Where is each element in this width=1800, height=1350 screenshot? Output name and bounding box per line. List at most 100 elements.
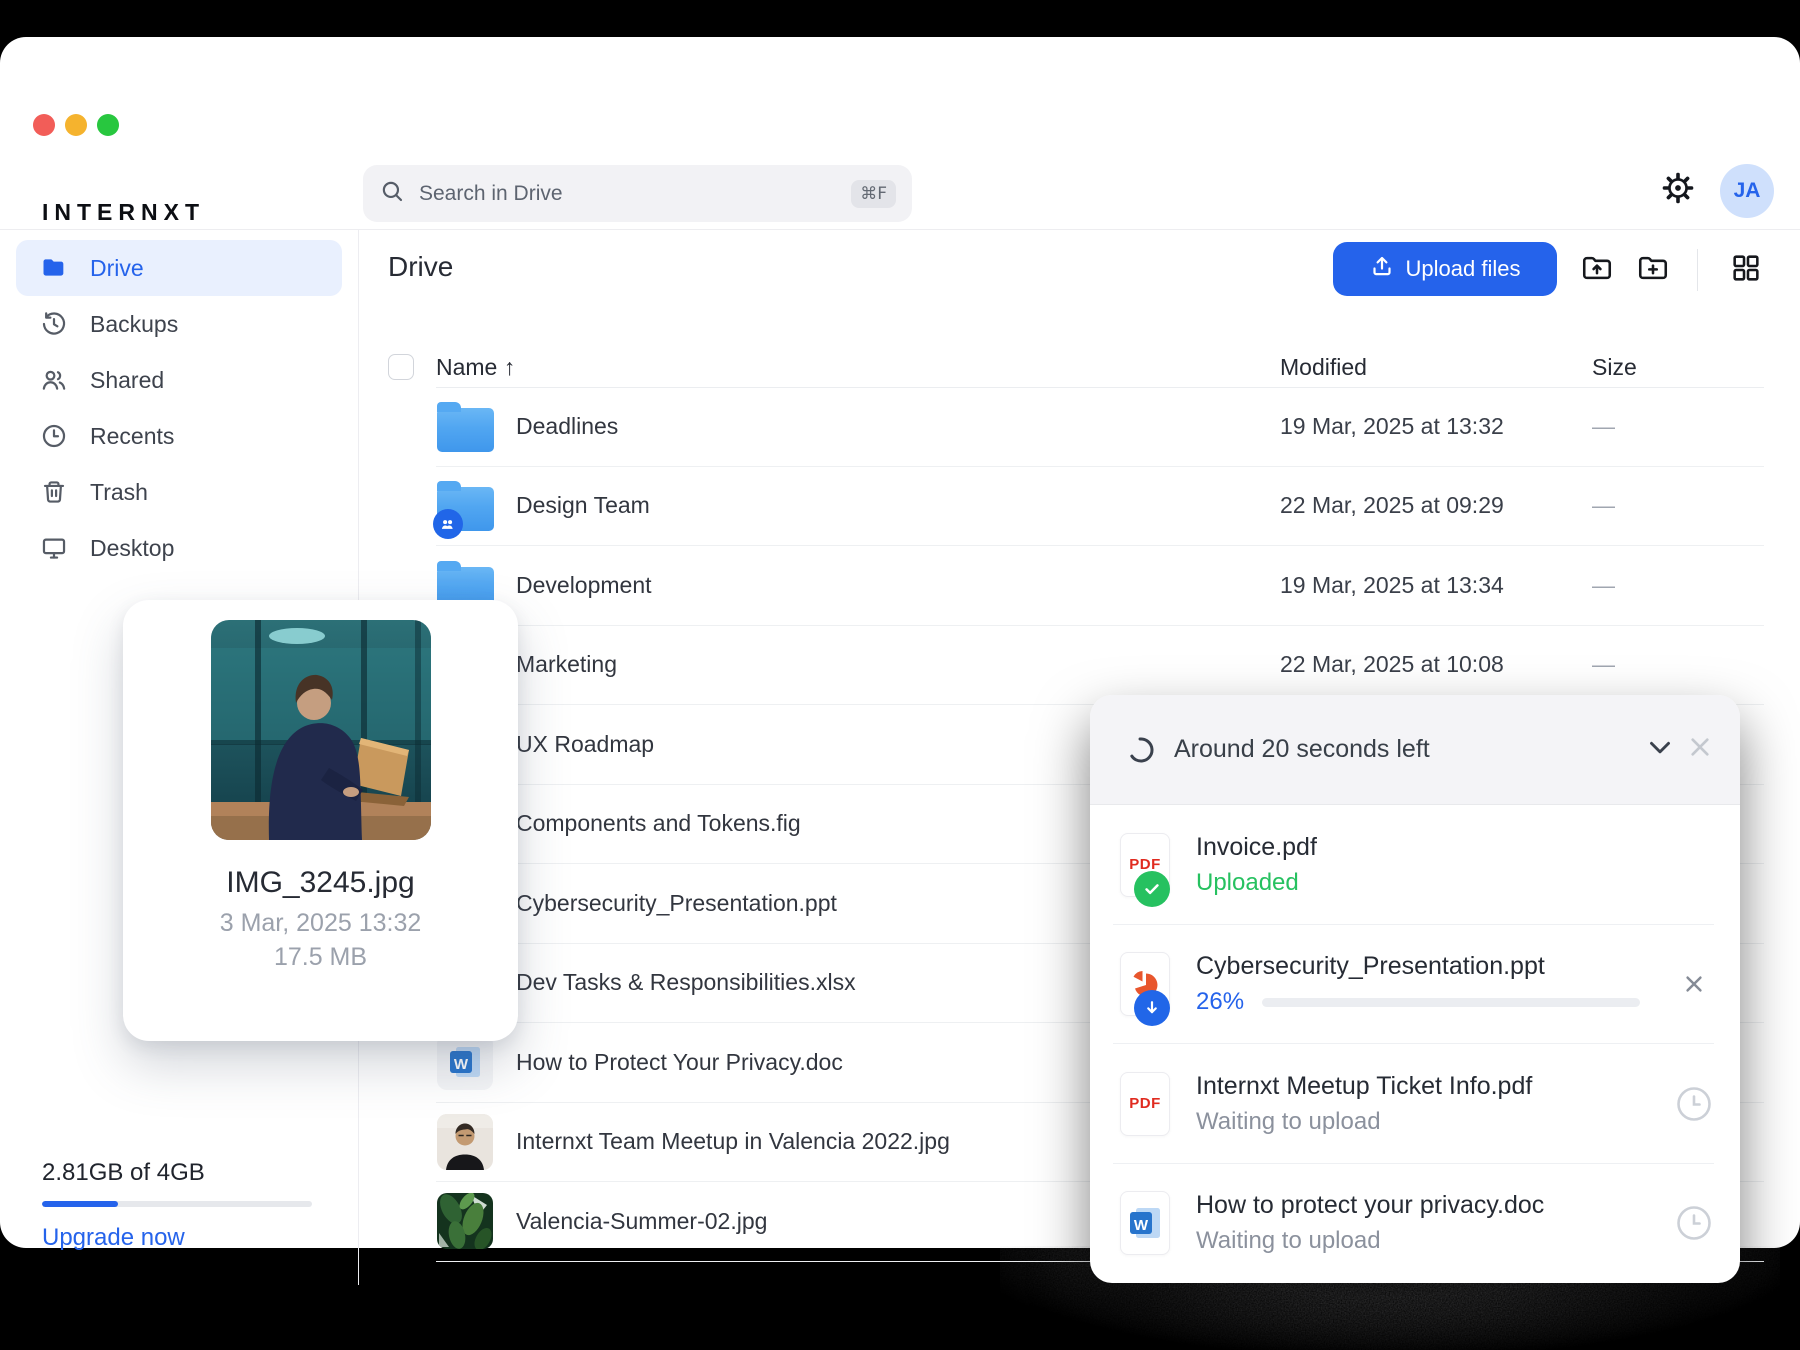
uploaded-check-badge	[1134, 870, 1170, 907]
upload-progress-bar	[1262, 997, 1641, 1007]
doc-file-icon: W	[1120, 1191, 1170, 1256]
upload-progress: 26%	[1196, 988, 1641, 1016]
folder-icon	[436, 401, 494, 452]
upgrade-link[interactable]: Upgrade now	[42, 1224, 314, 1252]
file-modified: 22 Mar, 2025 at 09:29	[1280, 492, 1504, 519]
trash-icon	[40, 478, 68, 506]
avatar[interactable]: JA	[1720, 164, 1774, 218]
uploading-arrow-badge	[1134, 990, 1170, 1027]
table-row[interactable]: Marketing 22 Mar, 2025 at 10:08 —	[436, 626, 1764, 705]
storage-usage-label: 2.81GB of 4GB	[42, 1159, 205, 1186]
search-input[interactable]	[417, 180, 852, 207]
toolbar-separator	[1697, 249, 1698, 291]
file-name: Marketing	[516, 651, 617, 678]
upload-item-status: Uploaded	[1196, 868, 1299, 896]
storage-widget: 2.81GB of 4GB Upgrade now	[42, 1159, 314, 1252]
file-size: —	[1592, 571, 1615, 598]
storage-progress-fill	[42, 1201, 118, 1207]
table-row[interactable]: Development 19 Mar, 2025 at 13:34 —	[436, 546, 1764, 626]
file-name: Development	[516, 571, 652, 598]
sidebar-item-label: Backups	[90, 310, 179, 337]
grid-view-icon	[1729, 251, 1763, 290]
upload-files-button[interactable]: Upload files	[1333, 242, 1557, 296]
close-icon	[1683, 730, 1717, 769]
sidebar-item-shared[interactable]: Shared	[16, 352, 342, 408]
sidebar-item-trash[interactable]: Trash	[16, 464, 342, 520]
file-name: Internxt Team Meetup in Valencia 2022.jp…	[516, 1128, 950, 1155]
window-minimize-button[interactable]	[65, 114, 87, 136]
file-name: How to Protect Your Privacy.doc	[516, 1048, 843, 1075]
sidebar: Drive Backups Shared Recents Trash Deskt…	[16, 240, 342, 576]
window-zoom-button[interactable]	[97, 114, 119, 136]
upload-progress-panel: Around 20 seconds left PDF Invoice.pdf U…	[1090, 695, 1740, 1283]
sidebar-item-drive[interactable]: Drive	[16, 240, 342, 296]
recents-icon	[40, 422, 68, 450]
column-header-size[interactable]: Size	[1592, 354, 1637, 381]
collapse-panel-button[interactable]	[1640, 730, 1680, 770]
sidebar-item-label: Shared	[90, 366, 165, 393]
column-header-modified[interactable]: Modified	[1280, 354, 1367, 381]
column-header-name[interactable]: Name ↑	[436, 354, 515, 381]
upload-item: Cybersecurity_Presentation.ppt 26%	[1090, 925, 1740, 1045]
drive-folder-icon	[40, 254, 68, 282]
sidebar-item-label: Desktop	[90, 534, 175, 561]
grid-view-button[interactable]	[1727, 251, 1765, 289]
preview-filename: IMG_3245.jpg	[226, 866, 415, 899]
upload-percent-label: 26%	[1196, 988, 1245, 1016]
search-shortcut-chip: ⌘F	[851, 179, 896, 208]
header-divider	[0, 229, 1800, 230]
svg-text:W: W	[454, 1056, 469, 1073]
file-size: —	[1592, 651, 1615, 678]
search-bar[interactable]: ⌘F	[363, 165, 912, 222]
word-file-icon: W	[437, 1034, 493, 1091]
upload-item: W How to protect your privacy.doc Waitin…	[1090, 1164, 1740, 1284]
sidebar-item-desktop[interactable]: Desktop	[16, 520, 342, 576]
window-close-button[interactable]	[33, 114, 55, 136]
photo-thumbnail	[437, 1193, 493, 1250]
storage-progress-bar	[42, 1201, 312, 1207]
upload-icon	[1370, 254, 1394, 284]
upload-item-name: Cybersecurity_Presentation.ppt	[1196, 952, 1545, 981]
spinner-icon	[1128, 737, 1154, 762]
file-name: Valencia-Summer-02.jpg	[516, 1207, 768, 1234]
new-folder-button[interactable]	[1634, 251, 1672, 289]
upload-item: PDF Invoice.pdf Uploaded	[1090, 805, 1740, 925]
shared-icon	[40, 366, 68, 394]
upload-item: PDF Internxt Meetup Ticket Info.pdf Wait…	[1090, 1044, 1740, 1164]
upload-item-name: Invoice.pdf	[1196, 832, 1317, 861]
sidebar-item-backups[interactable]: Backups	[16, 296, 342, 352]
internxt-logo: INTERNXT	[42, 199, 205, 225]
upload-item-status: Waiting to upload	[1196, 1107, 1381, 1135]
shared-folder-badge	[432, 509, 463, 540]
upload-files-label: Upload files	[1405, 256, 1521, 281]
upload-folder-button[interactable]	[1578, 251, 1616, 289]
file-size: —	[1592, 492, 1615, 519]
file-preview-card: IMG_3245.jpg 3 Mar, 2025 13:32 17.5 MB	[123, 600, 518, 1041]
table-row[interactable]: Deadlines 19 Mar, 2025 at 13:32 —	[436, 387, 1764, 467]
sidebar-item-recents[interactable]: Recents	[16, 408, 342, 464]
preview-photo	[210, 620, 431, 840]
upload-item-name: Internxt Meetup Ticket Info.pdf	[1196, 1071, 1533, 1100]
preview-size: 17.5 MB	[273, 943, 368, 971]
page-title: Drive	[388, 251, 454, 282]
sort-ascending-icon: ↑	[503, 354, 516, 380]
select-all-checkbox[interactable]	[388, 354, 414, 380]
svg-text:W: W	[1134, 1217, 1149, 1234]
photo-thumbnail	[437, 1113, 493, 1170]
close-panel-button[interactable]	[1680, 730, 1720, 770]
sidebar-item-label: Trash	[90, 478, 148, 505]
settings-button[interactable]	[1659, 171, 1697, 209]
upload-item-status: Waiting to upload	[1196, 1227, 1381, 1255]
file-name: Cybersecurity_Presentation.ppt	[516, 889, 837, 916]
screenshot-canvas: INTERNXT ⌘F JA Driv	[0, 0, 1800, 1350]
table-row[interactable]: Design Team 22 Mar, 2025 at 09:29 —	[432, 467, 1764, 546]
gear-icon	[1660, 170, 1696, 211]
folder-upload-icon	[1579, 250, 1615, 291]
shared-folder-icon	[432, 481, 494, 540]
file-modified: 19 Mar, 2025 at 13:34	[1280, 571, 1504, 598]
backups-icon	[40, 310, 68, 338]
upload-eta-label: Around 20 seconds left	[1174, 735, 1430, 763]
file-name: Design Team	[516, 492, 650, 519]
upload-item-name: How to protect your privacy.doc	[1196, 1191, 1545, 1220]
cancel-upload-button[interactable]	[1672, 962, 1716, 1006]
